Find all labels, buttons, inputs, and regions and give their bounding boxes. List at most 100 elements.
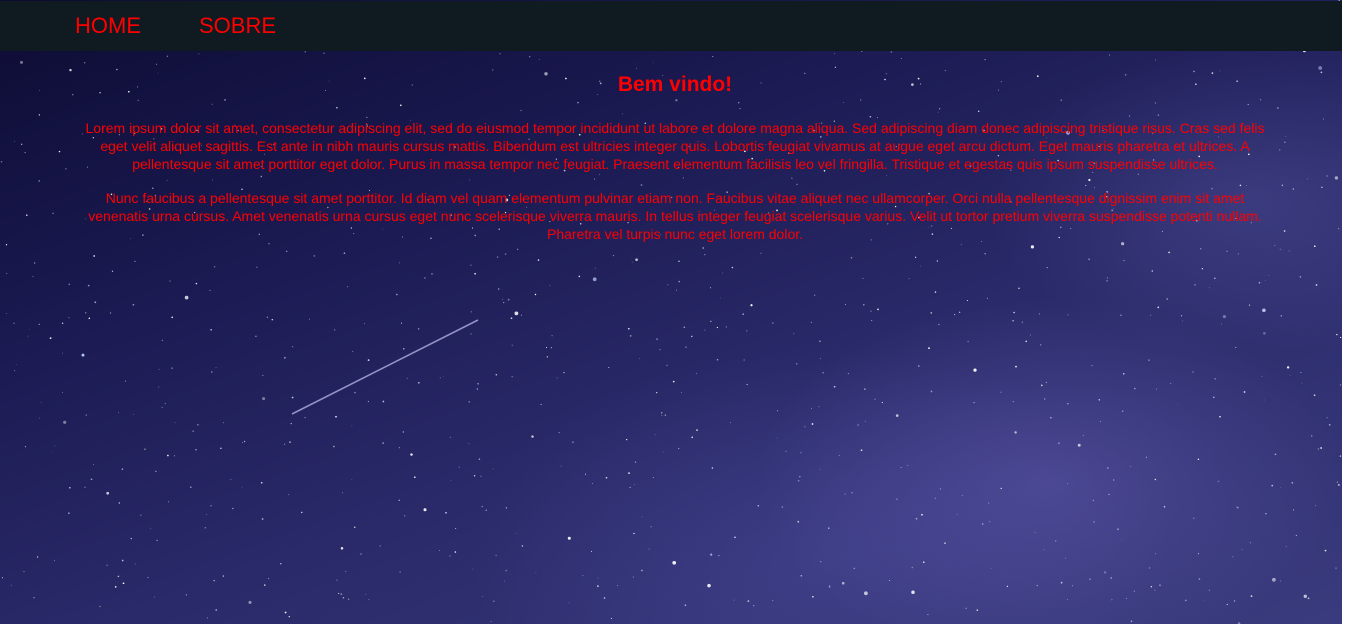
star	[133, 413, 134, 415]
star	[1265, 512, 1267, 515]
star	[961, 495, 963, 497]
star	[122, 582, 125, 585]
star	[62, 352, 63, 354]
star	[124, 380, 126, 382]
star	[283, 443, 285, 445]
star	[1092, 499, 1094, 502]
star	[83, 62, 86, 64]
star	[168, 501, 169, 503]
star	[164, 403, 166, 405]
star	[800, 574, 803, 577]
star	[1243, 391, 1246, 393]
star	[290, 422, 292, 425]
star	[641, 569, 643, 572]
star	[1067, 599, 1068, 600]
star	[1201, 268, 1204, 270]
star	[881, 402, 883, 404]
star	[1277, 107, 1279, 109]
star	[1000, 391, 1002, 393]
star	[94, 301, 97, 304]
star	[476, 388, 479, 390]
star	[629, 486, 631, 488]
star	[289, 441, 291, 443]
star	[23, 571, 25, 573]
star	[1214, 277, 1216, 280]
star	[965, 607, 967, 609]
star	[1283, 230, 1286, 232]
star	[454, 551, 457, 553]
star	[819, 340, 821, 342]
star	[354, 526, 356, 528]
star	[24, 152, 26, 154]
star	[49, 337, 52, 339]
star	[1339, 455, 1342, 457]
star	[681, 391, 682, 393]
star	[1307, 597, 1310, 600]
star	[920, 265, 921, 267]
star	[847, 372, 850, 375]
star	[1291, 481, 1294, 484]
star	[1262, 308, 1266, 313]
star	[116, 68, 118, 71]
star	[1122, 372, 1125, 375]
page-title: Bem vindo!	[617, 73, 733, 96]
star	[1226, 250, 1228, 253]
star	[1261, 375, 1263, 377]
nav-link-sobre[interactable]: SOBRE	[199, 13, 276, 39]
star	[1279, 580, 1281, 582]
nav-link-home[interactable]: HOME	[75, 13, 141, 39]
star	[888, 580, 890, 581]
star	[313, 255, 316, 257]
star	[171, 316, 174, 319]
star	[1321, 186, 1323, 188]
star	[1110, 577, 1112, 579]
star	[51, 451, 52, 453]
star	[1012, 401, 1014, 403]
star	[944, 542, 946, 545]
star	[864, 420, 866, 422]
page-right-margin	[1342, 0, 1360, 624]
star	[584, 473, 587, 475]
star	[134, 563, 136, 565]
star	[1311, 435, 1313, 437]
star	[568, 602, 570, 604]
star	[211, 371, 213, 373]
star	[288, 615, 291, 618]
star	[582, 575, 584, 577]
star	[360, 553, 362, 555]
star	[1030, 245, 1034, 249]
star	[401, 322, 402, 324]
star	[1091, 364, 1093, 367]
star	[915, 517, 918, 520]
star	[118, 502, 121, 504]
star	[0, 161, 3, 163]
star	[210, 504, 212, 507]
star	[204, 527, 207, 529]
star	[1335, 567, 1337, 569]
star	[678, 280, 681, 283]
star	[284, 357, 286, 359]
star	[262, 397, 266, 401]
star	[470, 311, 473, 313]
star	[134, 260, 136, 263]
star	[1324, 549, 1327, 552]
star	[811, 423, 814, 425]
star	[730, 422, 732, 424]
star	[1285, 135, 1287, 137]
star	[455, 528, 457, 530]
star	[864, 388, 866, 390]
star	[833, 385, 836, 388]
star	[268, 243, 270, 245]
star	[716, 359, 719, 361]
star	[1249, 542, 1252, 544]
star	[88, 317, 91, 320]
star	[734, 536, 736, 539]
star	[1166, 298, 1169, 300]
star	[1280, 487, 1282, 488]
star	[1212, 396, 1215, 399]
star	[1107, 467, 1109, 469]
star	[707, 583, 711, 588]
star	[470, 333, 472, 335]
star	[90, 478, 93, 481]
star	[1065, 557, 1067, 559]
